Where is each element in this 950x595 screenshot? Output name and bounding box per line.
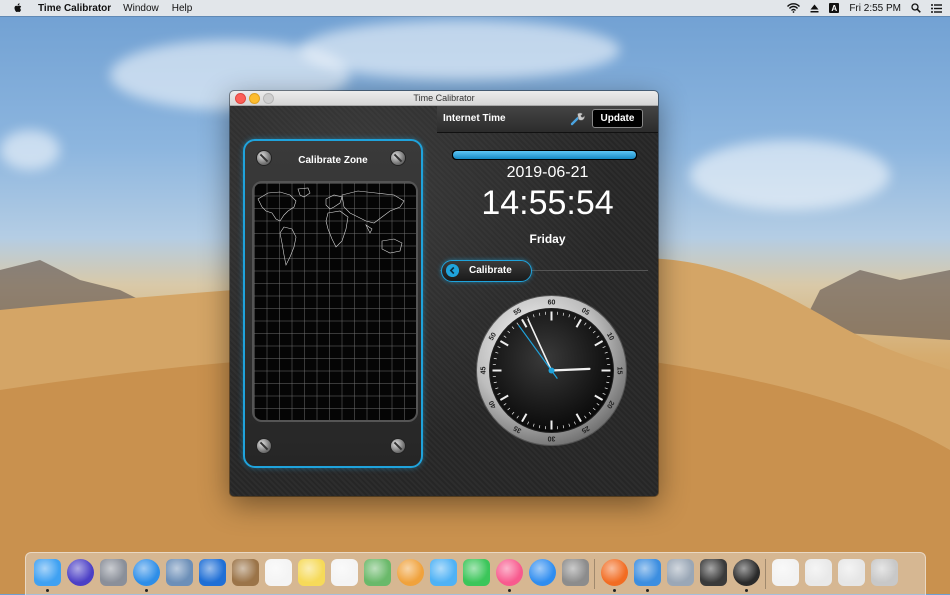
dock-disk-utility-icon[interactable] — [667, 559, 694, 586]
app-menu[interactable]: Time Calibrator — [38, 3, 111, 14]
minimize-window-button[interactable] — [249, 93, 260, 104]
spotlight-search-icon[interactable] — [911, 3, 921, 13]
clock-ring-number: 45 — [481, 367, 488, 375]
calibrate-label: Calibrate — [469, 265, 512, 276]
dock-document-icon[interactable] — [772, 559, 799, 586]
wifi-icon[interactable] — [787, 3, 800, 13]
analog-clock: 600510152025303540455055 — [475, 294, 628, 447]
dock-running-indicator — [613, 589, 616, 592]
notification-center-icon[interactable] — [931, 4, 942, 13]
window-content: Calibrate Zone — [230, 106, 658, 496]
dock-separator — [594, 559, 595, 589]
dock-screenshots-stack-icon[interactable] — [838, 559, 865, 586]
apple-menu-icon[interactable] — [12, 2, 24, 14]
dock-running-indicator — [46, 589, 49, 592]
dock-facetime-icon[interactable] — [463, 559, 490, 586]
world-map-grid[interactable] — [252, 181, 418, 422]
dock-separator — [765, 559, 766, 589]
dock-running-indicator — [145, 589, 148, 592]
dock-calendar-icon[interactable] — [265, 559, 292, 586]
arrow-left-icon — [446, 264, 459, 277]
dock-maps-icon[interactable] — [364, 559, 391, 586]
dock-running-indicator — [745, 589, 748, 592]
internet-time-label: Internet Time — [443, 113, 506, 124]
menubar-clock[interactable]: Fri 2:55 PM — [849, 3, 901, 14]
dock-safari-icon[interactable] — [133, 559, 160, 586]
calibrate-zone-title: Calibrate Zone — [245, 155, 421, 166]
dock-reminders-icon[interactable] — [331, 559, 358, 586]
window-titlebar[interactable]: Time Calibrator — [230, 91, 658, 106]
help-menu[interactable]: Help — [172, 3, 193, 14]
dock — [25, 552, 926, 595]
clock-ring-number: 15 — [616, 367, 623, 375]
dock-messages-icon[interactable] — [430, 559, 457, 586]
dock-siri-icon[interactable] — [67, 559, 94, 586]
dock-screen-sharing-icon[interactable] — [199, 559, 226, 586]
dock-system-preferences-icon[interactable] — [562, 559, 589, 586]
dock-running-indicator — [508, 589, 511, 592]
internet-date: 2019-06-21 — [437, 164, 658, 182]
clock-center-pin — [549, 368, 555, 374]
dock-finder-icon[interactable] — [34, 559, 61, 586]
close-window-button[interactable] — [235, 93, 246, 104]
clock-ring-number: 30 — [548, 435, 556, 442]
internet-time: 14:55:54 — [437, 184, 658, 223]
dock-activity-monitor-icon[interactable] — [700, 559, 727, 586]
dock-preview-photo-icon[interactable] — [166, 559, 193, 586]
zoom-window-button[interactable] — [263, 93, 274, 104]
dock-xcode-icon[interactable] — [634, 559, 661, 586]
calibrate-button[interactable]: Calibrate — [441, 260, 532, 282]
input-source-icon[interactable]: A — [829, 3, 839, 13]
calibrate-zone-panel: Calibrate Zone — [243, 139, 423, 468]
sync-progress-fill — [453, 151, 636, 159]
update-button[interactable]: Update — [592, 109, 643, 128]
dock-firefox-icon[interactable] — [601, 559, 628, 586]
dock-trash-icon[interactable] — [871, 559, 898, 586]
dock-downloads-stack-icon[interactable] — [805, 559, 832, 586]
window-menu[interactable]: Window — [123, 3, 159, 14]
window-title: Time Calibrator — [413, 93, 474, 103]
time-calibrator-window: Time Calibrator Calibrate Zone — [230, 91, 658, 496]
sync-progress-bar — [452, 150, 637, 160]
eject-icon[interactable] — [810, 4, 819, 13]
dock-app-store-icon[interactable] — [529, 559, 556, 586]
dock-notefile-icon[interactable] — [232, 559, 259, 586]
clock-ring-number: 60 — [548, 300, 556, 307]
menu-bar: Time Calibrator Window Help A Fri 2:55 P… — [0, 0, 950, 16]
dock-itunes-icon[interactable] — [496, 559, 523, 586]
dock-photos-icon[interactable] — [397, 559, 424, 586]
internet-time-header: Internet Time Update — [437, 106, 658, 133]
dock-running-indicator — [646, 589, 649, 592]
dock-notes-icon[interactable] — [298, 559, 325, 586]
internet-weekday: Friday — [437, 232, 658, 246]
dock-launchpad-icon[interactable] — [100, 559, 127, 586]
dock-time-calibrator-icon[interactable] — [733, 559, 760, 586]
screw-icon — [257, 439, 271, 453]
wrench-settings-icon[interactable] — [569, 111, 585, 127]
screw-icon — [391, 439, 405, 453]
world-map-outline — [254, 185, 416, 275]
